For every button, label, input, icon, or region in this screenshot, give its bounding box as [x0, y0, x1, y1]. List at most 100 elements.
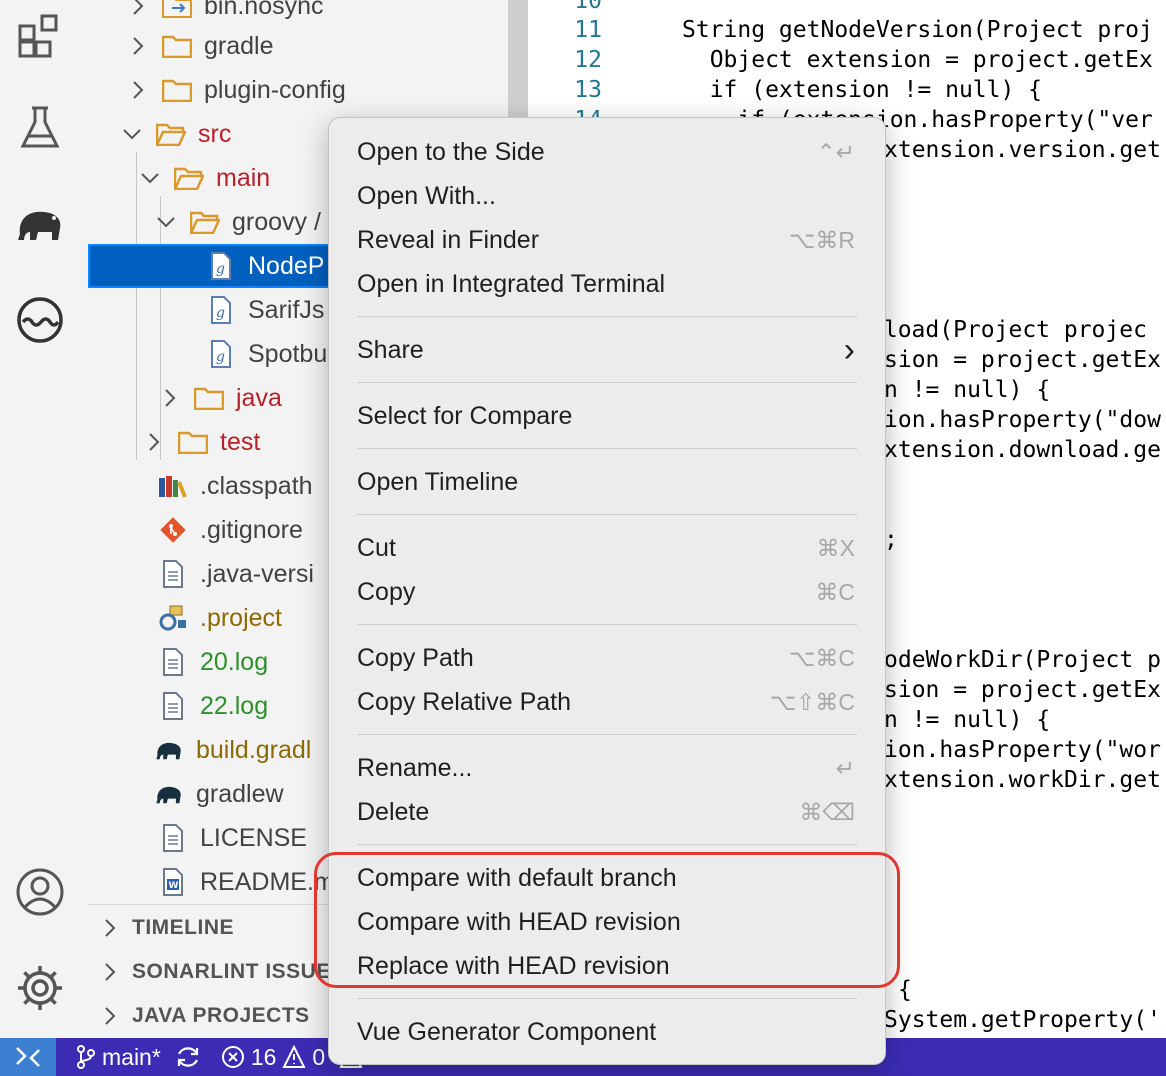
- menu-item-compare-default-branch[interactable]: Compare with default branch: [329, 856, 885, 900]
- menu-item-rename[interactable]: Rename... ↵: [329, 746, 885, 790]
- code-fragment: sion = project.getEx: [884, 677, 1161, 703]
- menu-item-select-for-compare[interactable]: Select for Compare: [329, 394, 885, 438]
- tree-item-label: gradle: [204, 31, 274, 60]
- menu-separator: [357, 514, 857, 515]
- code-fragment: xtension.download.ge: [884, 437, 1161, 463]
- menu-item-share[interactable]: Share ›: [329, 328, 885, 372]
- tree-item-label: .gitignore: [200, 515, 303, 544]
- section-label: JAVA PROJECTS: [132, 1004, 310, 1027]
- tree-item-label: .project: [200, 603, 282, 632]
- tree-item-label: NodeP: [248, 251, 325, 280]
- chevron-right-icon: [100, 1006, 120, 1026]
- menu-item-reveal-in-finder[interactable]: Reveal in Finder ⌥⌘R: [329, 218, 885, 262]
- folder-icon: [162, 32, 192, 60]
- menu-item-cut[interactable]: Cut ⌘X: [329, 526, 885, 570]
- menu-item-copy[interactable]: Copy ⌘C: [329, 570, 885, 614]
- branch-name: main*: [102, 1043, 161, 1070]
- gradle-elephant-icon: [154, 780, 184, 808]
- tree-item-gradle[interactable]: gradle: [88, 24, 528, 68]
- warning-count: 0: [312, 1043, 326, 1070]
- git-icon: [158, 516, 188, 544]
- code-fragment: xtension.workDir.get: [884, 767, 1161, 793]
- code-fragment: System.getProperty(': [884, 1007, 1161, 1033]
- text-file-icon: [158, 824, 188, 852]
- groovy-file-icon: g: [206, 296, 236, 324]
- chevron-down-icon: [122, 124, 142, 144]
- menu-item-replace-head-revision[interactable]: Replace with HEAD revision: [329, 944, 885, 988]
- tree-item-label: java: [236, 383, 282, 412]
- tree-item-label: gradlew: [196, 779, 284, 808]
- chevron-right-icon: [160, 388, 180, 408]
- chevron-right-icon: [144, 432, 164, 452]
- tree-item-label: .classpath: [200, 471, 313, 500]
- code-fragment: ion.hasProperty("dow: [884, 407, 1161, 433]
- menu-item-open-to-side[interactable]: Open to the Side ⌃↵: [329, 130, 885, 174]
- vscode-window: bin.nosync gradle plugin-config src main…: [0, 0, 1166, 1076]
- testing-flask-icon[interactable]: [12, 100, 68, 156]
- menu-item-open-with[interactable]: Open With...: [329, 174, 885, 218]
- text-file-icon: [158, 560, 188, 588]
- folder-open-icon: [190, 208, 220, 236]
- tree-item-label: bin.nosync: [204, 0, 324, 20]
- chevron-right-icon: [128, 80, 148, 100]
- menu-item-vue-generator[interactable]: Vue Generator Component: [329, 1010, 885, 1054]
- chevron-down-icon: [156, 212, 176, 232]
- svg-text:g: g: [216, 305, 225, 321]
- tree-item-label: groovy /: [232, 207, 321, 236]
- submenu-chevron-icon: ›: [843, 330, 855, 369]
- tree-item-label: README.m: [200, 867, 335, 896]
- git-branch-icon: [77, 1045, 95, 1069]
- warning-icon: [282, 1045, 307, 1068]
- groovy-file-icon: g: [206, 340, 236, 368]
- gradle-elephant-icon[interactable]: [12, 196, 68, 252]
- gradle-elephant-icon: [154, 736, 184, 764]
- tree-item-label: build.gradl: [196, 735, 312, 764]
- menu-separator: [357, 382, 857, 383]
- project-config-icon: [158, 604, 188, 632]
- menu-separator: [357, 448, 857, 449]
- svg-text:g: g: [216, 349, 225, 365]
- menu-item-open-in-terminal[interactable]: Open in Integrated Terminal: [329, 262, 885, 306]
- tree-item-plugin-config[interactable]: plugin-config: [88, 68, 528, 112]
- code-fragment: odeWorkDir(Project p: [884, 647, 1161, 673]
- svg-text:g: g: [216, 261, 225, 277]
- code-fragment: {: [898, 977, 912, 1003]
- folder-icon: [194, 384, 224, 412]
- log-file-icon: [158, 648, 188, 676]
- extensions-icon[interactable]: [12, 8, 68, 64]
- activity-bar: [0, 0, 88, 1038]
- branch-indicator[interactable]: main*: [76, 1044, 201, 1071]
- code-fragment: ;: [884, 527, 898, 553]
- error-icon: [221, 1046, 244, 1068]
- menu-separator: [357, 316, 857, 317]
- tree-item-label: test: [220, 427, 261, 456]
- menu-item-delete[interactable]: Delete ⌘⌫: [329, 790, 885, 834]
- menu-separator: [357, 998, 857, 999]
- tree-item-label: main: [216, 163, 271, 192]
- menu-item-compare-head-revision[interactable]: Compare with HEAD revision: [329, 900, 885, 944]
- chevron-right-icon: [100, 962, 120, 982]
- folder-arrow-icon: [162, 0, 192, 20]
- folder-icon: [162, 76, 192, 104]
- code-line: 11 String getNodeVersion(Project proj: [574, 17, 1153, 43]
- menu-item-copy-path[interactable]: Copy Path ⌥⌘C: [329, 636, 885, 680]
- menu-item-open-timeline[interactable]: Open Timeline: [329, 460, 885, 504]
- account-icon[interactable]: [12, 864, 68, 920]
- code-line: 10: [574, 0, 602, 14]
- menu-item-copy-relative-path[interactable]: Copy Relative Path ⌥⇧⌘C: [329, 680, 885, 724]
- settings-gear-icon[interactable]: [12, 960, 68, 1016]
- code-fragment: n != null) {: [884, 707, 1051, 733]
- word-file-icon: W: [158, 868, 188, 896]
- sonar-icon[interactable]: [12, 292, 68, 348]
- error-count: 16: [250, 1043, 277, 1070]
- explorer-context-menu: Open to the Side ⌃↵ Open With... Reveal …: [328, 117, 886, 1065]
- tree-item-label: 20.log: [200, 647, 269, 676]
- code-line: 12 Object extension = project.getEx: [574, 47, 1153, 73]
- tree-item-label: 22.log: [200, 691, 269, 720]
- groovy-file-icon: g: [206, 252, 236, 280]
- folder-open-icon: [174, 164, 204, 192]
- remote-indicator-icon[interactable]: [0, 1038, 56, 1076]
- chevron-right-icon: [128, 36, 148, 56]
- code-fragment: xtension.version.get: [884, 137, 1161, 163]
- tree-item-label: SarifJs: [248, 295, 325, 324]
